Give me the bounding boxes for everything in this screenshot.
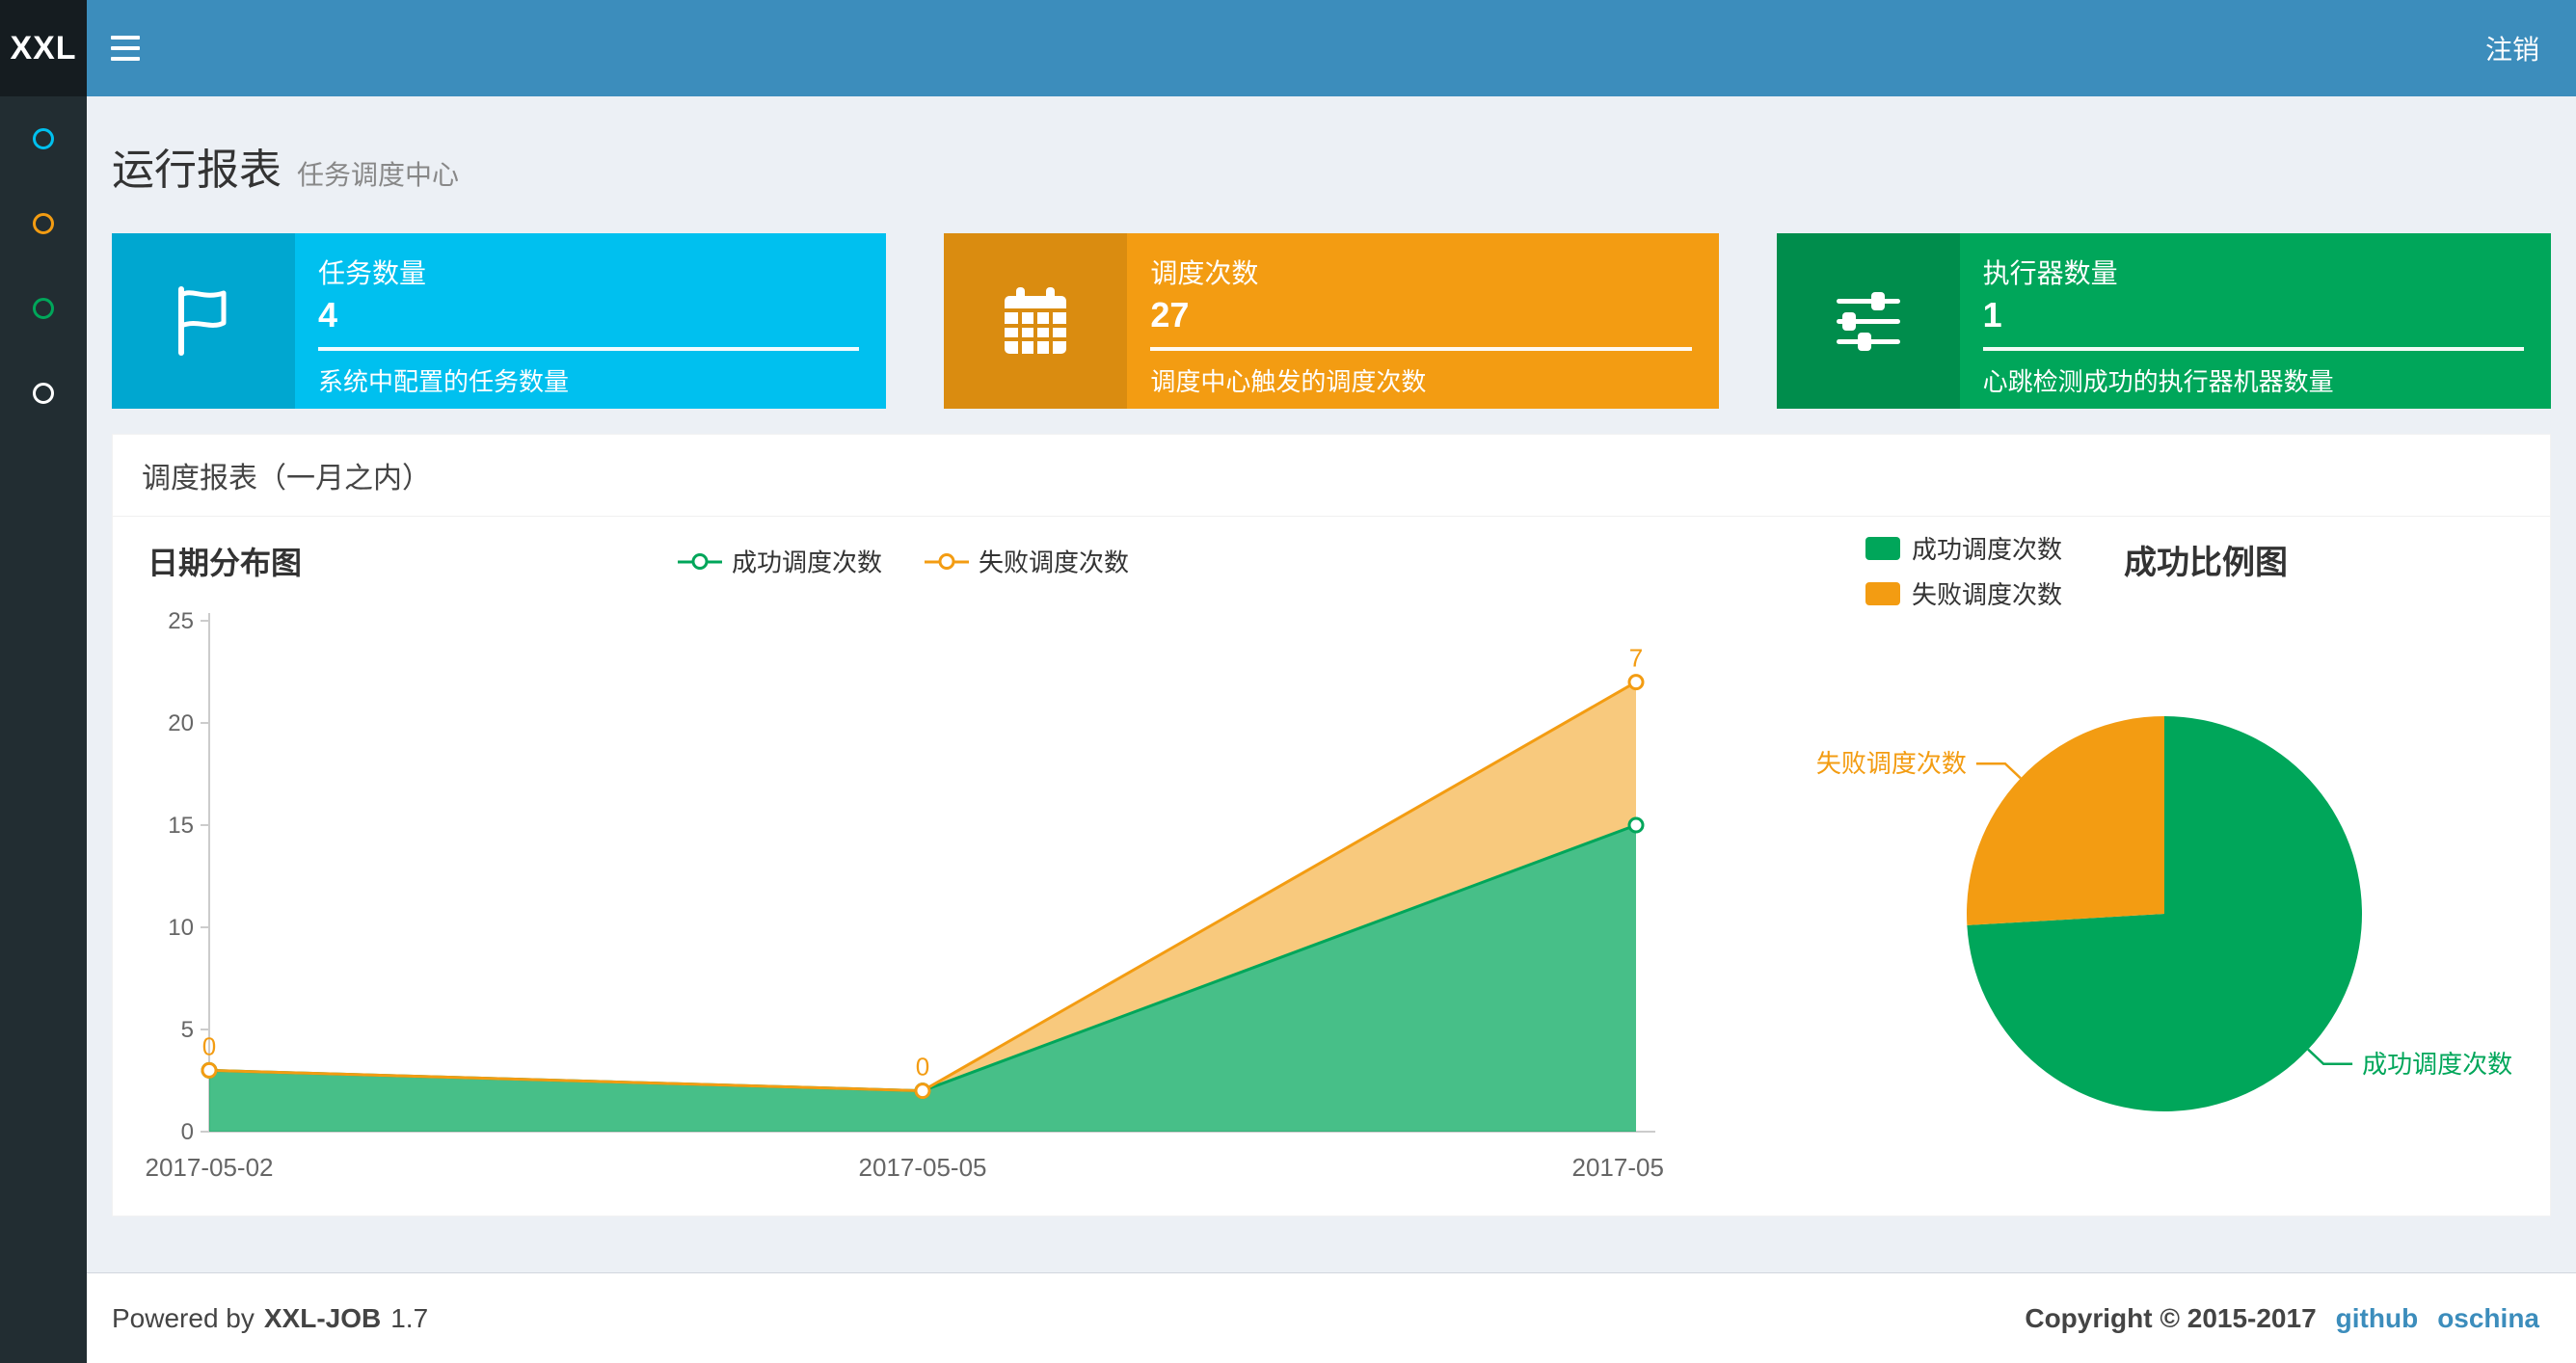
app-logo[interactable]: XXL bbox=[0, 0, 87, 96]
legend-item-success[interactable]: 成功调度次数 bbox=[677, 544, 882, 579]
svg-text:2017-05-02: 2017-05-02 bbox=[146, 1153, 274, 1182]
info-box-label: 任务数量 bbox=[318, 258, 427, 288]
sidebar-toggle-button[interactable] bbox=[87, 0, 164, 96]
svg-text:失败调度次数: 失败调度次数 bbox=[1817, 749, 1967, 778]
panel-title: 调度报表（一月之内） bbox=[142, 463, 431, 494]
circle-outline-icon bbox=[33, 383, 54, 404]
info-box-body: 执行器数量 1 心跳检测成功的执行器机器数量 bbox=[1960, 233, 2551, 409]
progress-bar bbox=[318, 347, 860, 351]
oschina-link[interactable]: oschina bbox=[2437, 1303, 2539, 1334]
legend-item-fail[interactable]: 失败调度次数 bbox=[925, 544, 1129, 579]
legend-label: 失败调度次数 bbox=[1912, 580, 2063, 609]
progress-bar bbox=[1982, 347, 2524, 351]
svg-text:2017-05-05: 2017-05-05 bbox=[859, 1153, 987, 1182]
svg-text:0: 0 bbox=[916, 1053, 929, 1082]
info-box-label: 执行器数量 bbox=[1982, 258, 2118, 288]
legend-label: 失败调度次数 bbox=[979, 548, 1130, 577]
line-chart-canvas: 05101520252017-05-022017-05-052017-05-08… bbox=[146, 608, 1666, 1182]
progress-bar bbox=[1150, 347, 1692, 351]
svg-text:10: 10 bbox=[168, 915, 194, 941]
pie-chart-canvas: 成功调度次数 失败调度次数 bbox=[1817, 716, 2511, 1111]
pie-swatch-icon bbox=[1865, 581, 1900, 605]
circle-outline-icon bbox=[33, 128, 54, 149]
svg-text:2017-05-08: 2017-05-08 bbox=[1572, 1153, 1666, 1182]
app-version: 1.7 bbox=[390, 1302, 429, 1333]
legend-item-success[interactable]: 成功调度次数 bbox=[1865, 530, 2062, 566]
powered-prefix: Powered by bbox=[112, 1302, 255, 1333]
copyright-text: Copyright © 2015-2017 bbox=[2025, 1302, 2317, 1333]
svg-text:25: 25 bbox=[168, 608, 194, 634]
info-box-jobs: 任务数量 4 系统中配置的任务数量 bbox=[112, 233, 887, 409]
legend-item-fail[interactable]: 失败调度次数 bbox=[1865, 575, 2062, 611]
line-chart-header: 日期分布图 成功调度次数 失败调度次数 bbox=[142, 530, 1665, 592]
app-logo-text: XXL bbox=[10, 29, 77, 67]
flag-icon bbox=[112, 233, 295, 409]
info-box-body: 任务数量 4 系统中配置的任务数量 bbox=[295, 233, 886, 409]
pie-chart-header: 成功调度次数 失败调度次数 成功比例图 bbox=[1779, 530, 2511, 611]
xxl-job-dashboard: XXL 注销 运行报表 任务调度中心 任务数量 4 系统中配置的任务数量 调度次… bbox=[0, 0, 2576, 1363]
pie-chart-title: 成功比例图 bbox=[2124, 545, 2289, 581]
svg-text:0: 0 bbox=[181, 1119, 194, 1145]
success-ratio-chart: 成功调度次数 失败调度次数 成功比例图 成功调度次数 失败调度次数 bbox=[1779, 530, 2511, 1203]
sidebar-item-2[interactable] bbox=[0, 181, 87, 266]
info-box-description: 心跳检测成功的执行器机器数量 bbox=[1982, 367, 2334, 396]
svg-text:15: 15 bbox=[168, 813, 194, 839]
report-panel: 调度报表（一月之内） 日期分布图 成功调度次数 失败调度次数 0 5 10 15… bbox=[112, 434, 2551, 1216]
sliders-icon bbox=[1776, 233, 1960, 409]
svg-text:成功调度次数: 成功调度次数 bbox=[2362, 1050, 2511, 1079]
hamburger-icon bbox=[111, 36, 140, 61]
footer: Powered by XXL-JOB 1.7 Copyright © 2015-… bbox=[87, 1272, 2576, 1363]
info-box-value: 27 bbox=[1150, 295, 1190, 334]
content-area: 运行报表 任务调度中心 任务数量 4 系统中配置的任务数量 调度次数 27 调度… bbox=[87, 96, 2576, 1272]
powered-by: Powered by XXL-JOB 1.7 bbox=[112, 1303, 428, 1334]
page-subtitle: 任务调度中心 bbox=[297, 160, 460, 190]
info-box-value: 4 bbox=[318, 295, 338, 334]
svg-text:0: 0 bbox=[202, 1031, 216, 1060]
footer-right: Copyright © 2015-2017 github oschina bbox=[2025, 1303, 2539, 1334]
page-header: 运行报表 任务调度中心 bbox=[87, 96, 2576, 206]
app-name: XXL-JOB bbox=[263, 1302, 382, 1333]
info-box-description: 调度中心触发的调度次数 bbox=[1150, 367, 1427, 396]
pie-swatch-icon bbox=[1865, 536, 1900, 560]
panel-body: 日期分布图 成功调度次数 失败调度次数 0 5 10 15 20 25 2017… bbox=[113, 517, 2550, 1216]
calendar-icon bbox=[944, 233, 1128, 409]
sidebar-item-3[interactable] bbox=[0, 266, 87, 351]
sidebar-item-1[interactable] bbox=[0, 96, 87, 181]
page-title: 运行报表 bbox=[112, 147, 282, 194]
line-chart-legend: 成功调度次数 失败调度次数 bbox=[142, 544, 1665, 579]
legend-label: 成功调度次数 bbox=[1912, 535, 2063, 564]
pie-chart-legend: 成功调度次数 失败调度次数 bbox=[1865, 530, 2062, 611]
info-box-value: 1 bbox=[1982, 295, 2002, 334]
info-box-body: 调度次数 27 调度中心触发的调度次数 bbox=[1127, 233, 1718, 409]
sidebar-item-4[interactable] bbox=[0, 351, 87, 436]
line-series-marker-icon bbox=[925, 552, 969, 570]
circle-outline-icon bbox=[33, 298, 54, 319]
svg-text:20: 20 bbox=[168, 710, 194, 736]
info-box-row: 任务数量 4 系统中配置的任务数量 调度次数 27 调度中心触发的调度次数 执行… bbox=[112, 233, 2551, 409]
circle-outline-icon bbox=[33, 213, 54, 234]
svg-text:7: 7 bbox=[1629, 644, 1643, 673]
github-link[interactable]: github bbox=[2336, 1303, 2419, 1334]
date-distribution-chart: 日期分布图 成功调度次数 失败调度次数 0 5 10 15 20 25 2017… bbox=[142, 530, 1666, 1209]
line-series-marker-icon bbox=[677, 552, 722, 570]
info-box-triggers: 调度次数 27 调度中心触发的调度次数 bbox=[944, 233, 1719, 409]
info-box-label: 调度次数 bbox=[1150, 258, 1259, 288]
top-navbar: XXL 注销 bbox=[0, 0, 2576, 96]
info-box-description: 系统中配置的任务数量 bbox=[318, 367, 570, 396]
info-box-executors: 执行器数量 1 心跳检测成功的执行器机器数量 bbox=[1776, 233, 2551, 409]
panel-header: 调度报表（一月之内） bbox=[113, 435, 2550, 517]
legend-label: 成功调度次数 bbox=[731, 548, 882, 577]
svg-text:5: 5 bbox=[181, 1017, 194, 1043]
logout-link[interactable]: 注销 bbox=[2449, 0, 2576, 96]
sidebar bbox=[0, 96, 87, 1363]
